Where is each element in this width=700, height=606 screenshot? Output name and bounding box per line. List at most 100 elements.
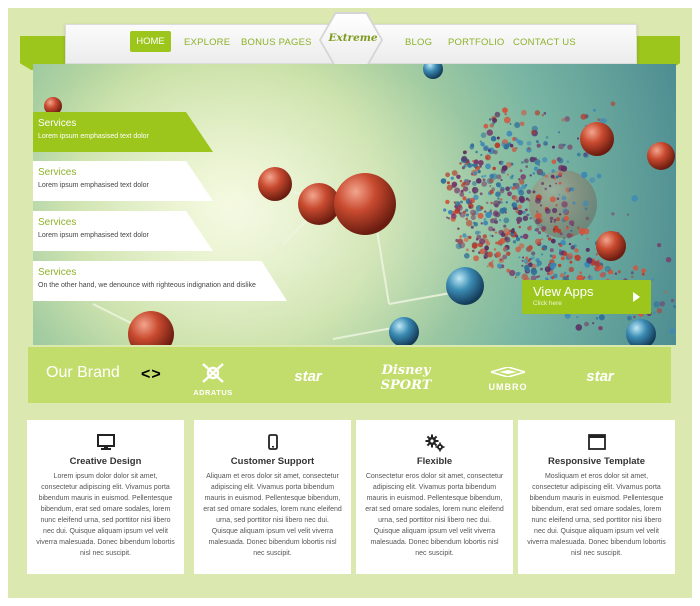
- particle-dot: [483, 174, 487, 178]
- particle-dot: [556, 217, 560, 222]
- particle-dot: [561, 253, 565, 256]
- particle-dot: [572, 201, 576, 205]
- brand-logo-adratus[interactable]: ADRATUS: [185, 362, 241, 397]
- particle-dot: [561, 195, 567, 201]
- particle-dot: [491, 234, 494, 238]
- card-title: Creative Design: [69, 456, 142, 467]
- particle-dot: [479, 192, 483, 196]
- particle-dot: [462, 150, 467, 155]
- particle-dot: [529, 217, 532, 220]
- particle-dot: [562, 143, 566, 147]
- nav-explore[interactable]: EXPLORE: [184, 37, 230, 48]
- brand-carousel-arrows[interactable]: <>: [141, 366, 162, 384]
- particle-dot: [497, 197, 500, 200]
- particle-dot: [558, 193, 561, 196]
- particle-dot: [515, 234, 519, 238]
- particle-dot: [500, 178, 503, 182]
- nav-portfolio[interactable]: PORTFOLIO: [448, 37, 505, 48]
- particle-dot: [483, 123, 489, 129]
- particle-dot: [527, 259, 531, 262]
- particle-dot: [455, 243, 462, 250]
- particle-dot: [533, 166, 539, 171]
- particle-dot: [476, 178, 482, 184]
- particle-dot: [503, 217, 510, 224]
- particle-dot: [495, 182, 501, 188]
- particle-dot: [463, 164, 467, 168]
- particle-dot: [471, 243, 478, 249]
- particle-dot: [470, 214, 476, 220]
- view-apps-button[interactable]: View Apps Click here: [522, 280, 651, 314]
- particle-dot: [585, 247, 590, 252]
- particle-dot: [467, 162, 472, 168]
- particle-dot: [480, 132, 487, 138]
- particle-dot: [504, 237, 508, 241]
- hero-tab-text: On the other hand, we denounce with righ…: [38, 282, 256, 289]
- hero-tab-1[interactable]: Services Lorem ipsum emphasised text dol…: [33, 112, 213, 152]
- window-icon: [518, 434, 675, 450]
- particle-dot: [488, 118, 492, 121]
- brand-logo-umbro[interactable]: UMBRO: [477, 364, 539, 392]
- particle-dot: [493, 248, 497, 251]
- hero-tab-4[interactable]: Services On the other hand, we denounce …: [33, 261, 287, 301]
- particle-dot: [472, 212, 475, 216]
- particle-dot: [484, 245, 489, 251]
- particle-dot: [486, 201, 489, 204]
- brand-logo-disney[interactable]: Disney SPORT: [370, 363, 442, 393]
- nav-contact-us[interactable]: CONTACT US: [513, 37, 576, 48]
- particle-dot: [459, 235, 463, 238]
- particle-dot: [559, 232, 563, 236]
- particle-dot: [531, 251, 536, 256]
- hero-tab-text: Lorem ipsum emphasised text dolor: [38, 133, 149, 140]
- feature-card-responsive-template: Responsive Template Mosliquam et eros do…: [518, 420, 675, 574]
- particle-dot: [501, 160, 505, 164]
- particle-dot: [501, 142, 506, 147]
- card-text: Mosliquam et eros dolor sit amet, consec…: [527, 473, 666, 557]
- particle-dot: [496, 136, 500, 140]
- particle-dot: [485, 211, 492, 219]
- particle-dot: [550, 220, 553, 223]
- card-title: Customer Support: [230, 456, 315, 467]
- hero-slider: Services Lorem ipsum emphasised text dol…: [33, 64, 676, 345]
- particle-dot: [522, 210, 526, 215]
- nav-home[interactable]: HOME: [130, 31, 171, 52]
- particle-dot: [503, 171, 506, 174]
- particle-dot: [516, 221, 520, 225]
- particle-dot: [498, 219, 502, 222]
- particle-dot: [556, 197, 560, 200]
- particle-dot: [567, 144, 573, 150]
- particle-dot: [579, 271, 583, 275]
- particle-dot: [525, 208, 528, 212]
- particle-dot: [519, 121, 525, 127]
- particle-dot: [550, 238, 556, 244]
- brand-logo-star[interactable]: star: [276, 368, 340, 385]
- particle-dot: [517, 209, 523, 216]
- particle-dot: [546, 234, 550, 238]
- particle-dot: [549, 196, 556, 203]
- particle-dot: [494, 111, 501, 118]
- particle-dot: [468, 205, 472, 209]
- nav-bonus-pages[interactable]: BONUS PAGES: [241, 37, 312, 48]
- particle-dot: [595, 261, 601, 268]
- particle-dot: [540, 267, 543, 271]
- particle-dot: [475, 150, 478, 154]
- particle-dot: [545, 245, 548, 248]
- particle-dot: [541, 228, 545, 232]
- particle-dot: [489, 209, 492, 212]
- particle-dot: [486, 129, 493, 136]
- gears-icon: [356, 434, 513, 452]
- particle-dot: [500, 258, 503, 261]
- particle-dot: [535, 238, 541, 245]
- particle-dot: [580, 113, 587, 120]
- particle-dot: [490, 136, 497, 142]
- hero-tab-2[interactable]: Services Lorem ipsum emphasised text dol…: [33, 161, 213, 201]
- hero-tab-3[interactable]: Services Lorem ipsum emphasised text dol…: [33, 211, 213, 251]
- particle-dot: [477, 230, 481, 234]
- particle-dot: [627, 213, 630, 216]
- brand-logo-star-2[interactable]: star: [568, 368, 632, 385]
- particle-dot: [534, 229, 537, 232]
- particle-dot: [462, 233, 467, 238]
- nav-blog[interactable]: BLOG: [405, 37, 432, 48]
- particle-dot: [466, 235, 469, 238]
- particle-dot: [535, 215, 538, 218]
- particle-dot: [494, 217, 497, 221]
